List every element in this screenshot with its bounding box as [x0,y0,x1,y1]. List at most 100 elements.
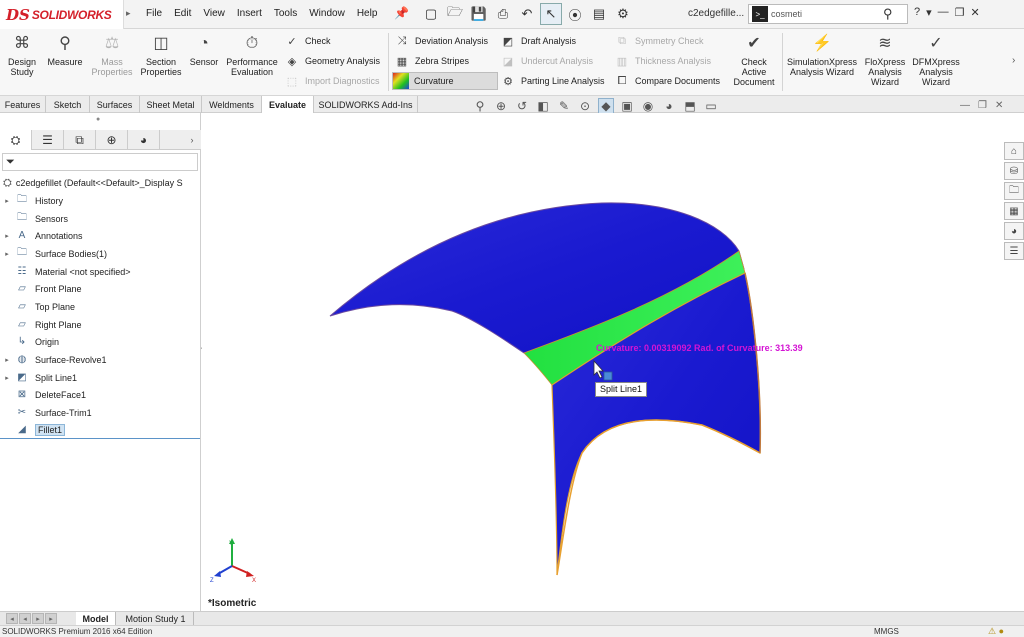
performance-evaluation-button[interactable]: ⏱ Performance Evaluation [224,33,280,78]
design-study-button[interactable]: ⌘ Design Study [6,33,38,78]
configuration-manager-tab-icon[interactable]: ⧉ [64,130,96,150]
display-manager-tab-icon[interactable]: ◕ [128,130,160,150]
tree-item-fillet[interactable]: ◢ Fillet1 [0,421,66,438]
tab-sheet-metal[interactable]: Sheet Metal [140,96,202,113]
tree-item-split-line[interactable]: ▸ ◩ Split Line1 [0,369,77,386]
rebuild-icon[interactable]: ⚠ ● [988,626,1004,637]
dynamic-annotation-icon[interactable]: ✎ [556,99,572,113]
edit-appearance-icon[interactable]: ◕ [661,99,677,113]
display-style-icon[interactable]: ▣ [619,99,635,113]
floxpress-button[interactable]: ≋ FloXpress Analysis Wizard [862,33,908,88]
chevron-right-icon[interactable]: › [1012,55,1015,66]
measure-button[interactable]: ⚲ Measure [46,33,84,68]
minimize-icon[interactable]: — [938,6,949,19]
zoom-to-area-icon[interactable]: ⊕ [493,99,509,113]
tree-item-material[interactable]: ☷ Material <not specified> [0,263,131,280]
file-explorer-icon[interactable]: 🗀 [1004,182,1024,200]
expand-icon[interactable]: ▸ [0,356,14,364]
dropdown-icon[interactable]: ▾ [926,6,932,19]
mass-properties-button[interactable]: ⚖ Mass Properties [90,33,134,78]
menu-view[interactable]: View [203,8,225,19]
section-properties-button[interactable]: ◫ Section Properties [138,33,184,78]
hide-show-icon[interactable]: ◉ [640,99,656,113]
file-properties-icon[interactable]: ▤ [588,3,610,25]
curvature-surface-model[interactable] [202,113,1000,611]
view-orientation-cube-icon[interactable]: ◆ [598,98,614,114]
dfmxpress-button[interactable]: ✓ DFMXpress Analysis Wizard [910,33,962,88]
last-tab-icon[interactable]: ▸ [45,613,57,624]
thickness-analysis-button[interactable]: ▥ Thickness Analysis [614,52,711,70]
check-active-document-button[interactable]: ✔ Check Active Document [730,33,778,88]
first-tab-icon[interactable]: ◂ [6,613,18,624]
menu-file[interactable]: File [146,8,162,19]
tree-item-right-plane[interactable]: ▱ Right Plane [0,316,81,333]
close-icon[interactable]: ✕ [971,6,980,19]
open-icon[interactable]: 🗁 [444,3,466,25]
doc-minimize-icon[interactable]: — [960,100,970,111]
home-icon[interactable]: ⌂ [1004,142,1024,160]
doc-restore-icon[interactable]: ❐ [978,100,987,111]
tab-solidworks-add-ins[interactable]: SOLIDWORKS Add-Ins [314,96,418,113]
search-input[interactable] [771,9,881,19]
options-gear-icon[interactable]: ⚙ [612,3,634,25]
tree-item-surface-trim[interactable]: ✂ Surface-Trim1 [0,404,92,421]
panel-grip-icon[interactable]: ● [96,116,100,123]
new-document-icon[interactable]: ▢ [420,3,442,25]
geometry-analysis-button[interactable]: ◈ Geometry Analysis [284,52,380,70]
view-settings-icon[interactable]: ▭ [703,99,719,113]
tree-item-surface-revolve[interactable]: ▸ ◍ Surface-Revolve1 [0,351,106,368]
property-manager-tab-icon[interactable]: ☰ [32,130,64,150]
zoom-to-fit-icon[interactable]: ⚲ [472,99,488,113]
dimxpert-tab-icon[interactable]: ⊕ [96,130,128,150]
command-search-icon[interactable]: >_ [752,6,768,22]
check-button[interactable]: ✓ Check [284,32,330,50]
tree-item-front-plane[interactable]: ▱ Front Plane [0,280,81,297]
solidworks-logo[interactable]: DS SOLIDWORKS [0,0,124,29]
next-tab-icon[interactable]: ▸ [32,613,44,624]
doc-close-icon[interactable]: ✕ [995,100,1003,111]
expand-icon[interactable]: ▸ [0,232,14,240]
pin-icon[interactable]: 📌 [394,6,409,20]
undercut-analysis-button[interactable]: ◪ Undercut Analysis [500,52,593,70]
tab-features[interactable]: Features [0,96,46,113]
previous-view-icon[interactable]: ↺ [514,99,530,113]
feature-manager-tab-icon[interactable]: ⛭ [0,130,32,150]
appearances-icon[interactable]: ◕ [1004,222,1024,240]
graphics-viewport[interactable] [202,113,1000,611]
tab-motion-study-1[interactable]: Motion Study 1 [118,612,194,626]
menu-help[interactable]: Help [357,8,378,19]
menu-tools[interactable]: Tools [274,8,297,19]
custom-properties-icon[interactable]: ☰ [1004,242,1024,260]
print-icon[interactable]: ⎙ [492,3,514,25]
simulationxpress-button[interactable]: ⚡ SimulationXpress Analysis Wizard [784,33,860,78]
tree-item-origin[interactable]: ↳ Origin [0,333,59,350]
save-icon[interactable]: 💾 [468,3,490,25]
symmetry-check-button[interactable]: ⧉ Symmetry Check [614,32,703,50]
deviation-analysis-button[interactable]: ⤨ Deviation Analysis [394,32,488,50]
expand-icon[interactable]: ▸ [0,197,14,205]
expand-icon[interactable]: ▸ [0,374,14,382]
prev-tab-icon[interactable]: ◂ [19,613,31,624]
section-view-icon[interactable]: ◧ [535,99,551,113]
curvature-button[interactable]: Curvature [392,72,498,90]
expand-icon[interactable]: ▸ [0,250,14,258]
tab-weldments[interactable]: Weldments [202,96,262,113]
undo-icon[interactable]: ↶ [516,3,538,25]
rollback-bar[interactable] [0,438,200,439]
tree-item-history[interactable]: ▸ 🗀 History [0,192,63,209]
import-diagnostics-button[interactable]: ⬚ Import Diagnostics [284,72,380,90]
draft-analysis-button[interactable]: ◩ Draft Analysis [500,32,576,50]
tree-item-annotations[interactable]: ▸ A Annotations [0,227,82,244]
zebra-stripes-button[interactable]: ▦ Zebra Stripes [394,52,469,70]
restore-icon[interactable]: ❐ [955,6,965,19]
tree-item-delete-face[interactable]: ⊠ DeleteFace1 [0,386,86,403]
menu-edit[interactable]: Edit [174,8,191,19]
tree-item-top-plane[interactable]: ▱ Top Plane [0,298,75,315]
units-selector[interactable]: MMGS [874,627,899,636]
tab-sketch[interactable]: Sketch [46,96,90,113]
tab-model[interactable]: Model [76,612,116,626]
sensor-button[interactable]: ◔ Sensor [188,33,220,68]
menu-insert[interactable]: Insert [237,8,262,19]
help-question-icon[interactable]: ? [914,6,920,19]
view-selector-icon[interactable]: ⊙ [577,99,593,113]
